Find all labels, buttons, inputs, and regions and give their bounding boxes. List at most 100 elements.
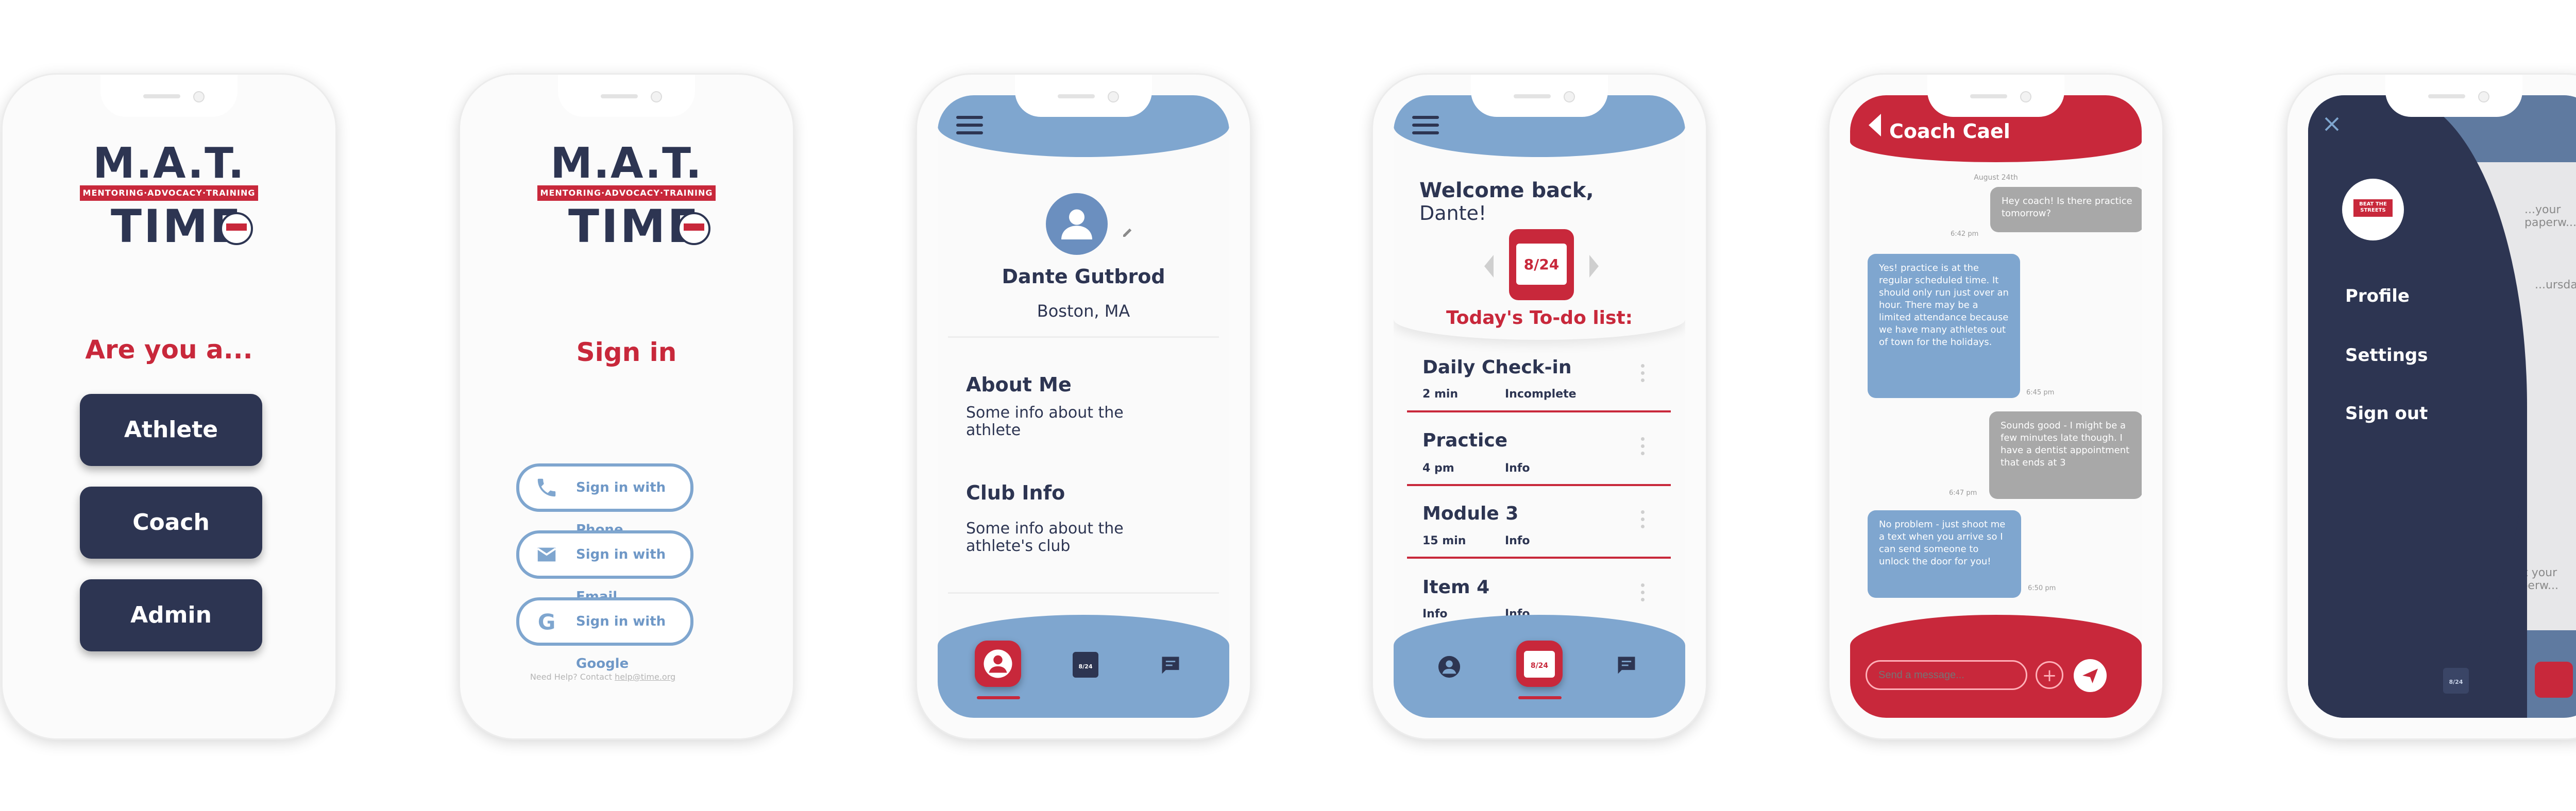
close-icon[interactable] <box>2323 115 2341 133</box>
nav-profile-icon[interactable] <box>1437 655 1461 679</box>
nav-calendar-label: 8/24 <box>1524 651 1555 678</box>
hamburger-menu-icon[interactable] <box>1412 116 1439 134</box>
message-time: 6:47 pm <box>1949 489 1977 497</box>
send-button[interactable] <box>2074 659 2107 692</box>
logo-text: BEAT THE STREETS <box>2353 199 2393 217</box>
todo-right: Info <box>1505 462 1530 475</box>
coach-button[interactable]: Coach <box>80 487 262 559</box>
message-bubble-received: Yes! practice is at the regular schedule… <box>1868 254 2020 398</box>
club-info-body: Some info about the athlete's club <box>966 520 1124 555</box>
nav-calendar-tab[interactable]: 8/24 <box>1516 641 1563 687</box>
message-bubble-sent: Sounds good - I might be a few minutes l… <box>1989 411 2142 499</box>
side-menu-screen: ...your paperw... ...ursda... ...ct your… <box>2308 95 2576 718</box>
todo-left: 4 pm <box>1422 462 1454 475</box>
prev-day-arrow-icon[interactable] <box>1484 255 1494 278</box>
active-tab-indicator <box>977 696 1020 699</box>
logo-top-text: M.A.T. <box>550 139 703 188</box>
message-input[interactable] <box>1866 660 2027 690</box>
nav-profile-tab[interactable] <box>975 641 1021 687</box>
nav-calendar-tab[interactable]: 8/24 <box>1073 652 1098 678</box>
hamburger-menu-icon[interactable] <box>956 116 983 134</box>
background-text: ...ursda... <box>2535 279 2576 291</box>
profile-screen: Dante Gutbrod Boston, MA About Me Some i… <box>938 95 1229 718</box>
phone-side-menu: ...your paperw... ...ursda... ...ct your… <box>2287 75 2576 738</box>
background-text: ...your paperw... <box>2524 203 2576 229</box>
mat-time-logo: M.A.T. MENTORING·ADVOCACY·TRAINING TIME <box>537 139 716 253</box>
home-screen: Welcome back, Dante! 8/24 Today's To-do … <box>1394 95 1685 718</box>
nav-chat-icon[interactable] <box>1615 654 1638 677</box>
mat-time-logo: M.A.T. MENTORING·ADVOCACY·TRAINING TIME <box>80 139 258 253</box>
todo-kebab-icon[interactable] <box>1641 437 1645 459</box>
logo-seal-icon <box>220 212 253 245</box>
role-prompt: Are you a... <box>85 335 253 365</box>
help-text: Need Help? Contact help@time.org <box>515 672 690 682</box>
todo-title: Module 3 <box>1422 503 1519 524</box>
message-time: 6:50 pm <box>2028 584 2056 592</box>
nav-chat-icon[interactable] <box>1159 654 1182 677</box>
edit-pencil-icon[interactable] <box>1121 224 1136 239</box>
phone-notch <box>2385 75 2522 117</box>
phone-notch <box>558 75 695 117</box>
athlete-button[interactable]: Athlete <box>80 394 262 466</box>
avatar <box>1046 193 1108 255</box>
message-bubble-sent: Hey coach! Is there practice tomorrow? <box>1990 187 2142 232</box>
help-email-link[interactable]: help@time.org <box>615 672 675 682</box>
phone-notch <box>1927 75 2064 117</box>
todo-heading: Today's To-do list: <box>1446 307 1633 329</box>
phone-icon <box>537 478 556 497</box>
divider <box>948 592 1219 594</box>
todo-left: Info <box>1422 608 1448 620</box>
chat-contact-name: Coach Cael <box>1889 120 2010 143</box>
logo-band-text: MENTORING·ADVOCACY·TRAINING <box>537 185 716 201</box>
nav-calendar-tab[interactable]: 8/24 <box>2443 668 2469 694</box>
bottom-nav-bar: 8/24 <box>938 615 1229 718</box>
date-calendar-card[interactable]: 8/24 <box>1509 229 1574 300</box>
logo-band-text: MENTORING·ADVOCACY·TRAINING <box>80 185 258 201</box>
phone-notch <box>1015 75 1152 117</box>
about-me-title: About Me <box>966 373 1072 396</box>
add-attachment-button[interactable]: + <box>2036 661 2063 689</box>
message-time: 6:42 pm <box>1951 230 1979 238</box>
menu-item-settings[interactable]: Settings <box>2345 345 2428 366</box>
beat-the-streets-logo: BEAT THE STREETS <box>2342 179 2404 240</box>
help-prefix: Need Help? Contact <box>530 672 615 682</box>
admin-button[interactable]: Admin <box>80 579 262 651</box>
todo-title: Daily Check-in <box>1422 357 1572 378</box>
todo-underline <box>1407 410 1671 412</box>
profile-name: Dante Gutbrod <box>1002 265 1165 288</box>
chat-screen: Coach Cael August 24th Hey coach! Is the… <box>1850 95 2142 718</box>
phone-chat: Coach Cael August 24th Hey coach! Is the… <box>1829 75 2162 738</box>
todo-underline <box>1407 557 1671 559</box>
todo-title: Item 4 <box>1422 577 1490 598</box>
message-bubble-received: No problem - just shoot me a text when y… <box>1868 510 2021 598</box>
todo-kebab-icon[interactable] <box>1641 583 1645 605</box>
svg-text:G: G <box>538 610 556 633</box>
phone-notch <box>100 75 238 117</box>
send-icon <box>2082 668 2098 683</box>
next-day-arrow-icon[interactable] <box>1589 255 1599 278</box>
person-icon <box>1061 209 1092 239</box>
club-info-title: Club Info <box>966 481 1065 504</box>
bottom-nav-bar: 8/24 <box>1394 615 1685 718</box>
phone-role-select: M.A.T. MENTORING·ADVOCACY·TRAINING TIME … <box>3 75 335 738</box>
phone-notch <box>1471 75 1608 117</box>
logo-top-text: M.A.T. <box>93 139 245 188</box>
sign-in-email-button[interactable]: Sign in with Email <box>516 530 693 605</box>
back-arrow-icon[interactable] <box>1869 114 1881 136</box>
todo-kebab-icon[interactable] <box>1641 364 1645 386</box>
todo-left: 15 min <box>1422 534 1466 547</box>
logo-seal-icon <box>677 212 710 245</box>
profile-location: Boston, MA <box>1037 301 1130 321</box>
divider <box>948 336 1219 338</box>
about-me-body: Some info about the athlete <box>966 404 1124 439</box>
chat-date-label: August 24th <box>1974 174 2018 182</box>
welcome-text: Welcome back, <box>1419 179 1594 202</box>
phone-profile: Dante Gutbrod Boston, MA About Me Some i… <box>917 75 1250 738</box>
todo-right: Incomplete <box>1505 388 1577 401</box>
menu-item-profile[interactable]: Profile <box>2345 286 2410 306</box>
menu-item-sign-out[interactable]: Sign out <box>2345 403 2428 424</box>
sign-in-google-button[interactable]: G Sign in with Google <box>516 597 693 671</box>
sign-in-phone-button[interactable]: Sign in with Phone <box>516 463 693 538</box>
sign-in-title: Sign in <box>576 337 677 367</box>
todo-kebab-icon[interactable] <box>1641 510 1645 532</box>
